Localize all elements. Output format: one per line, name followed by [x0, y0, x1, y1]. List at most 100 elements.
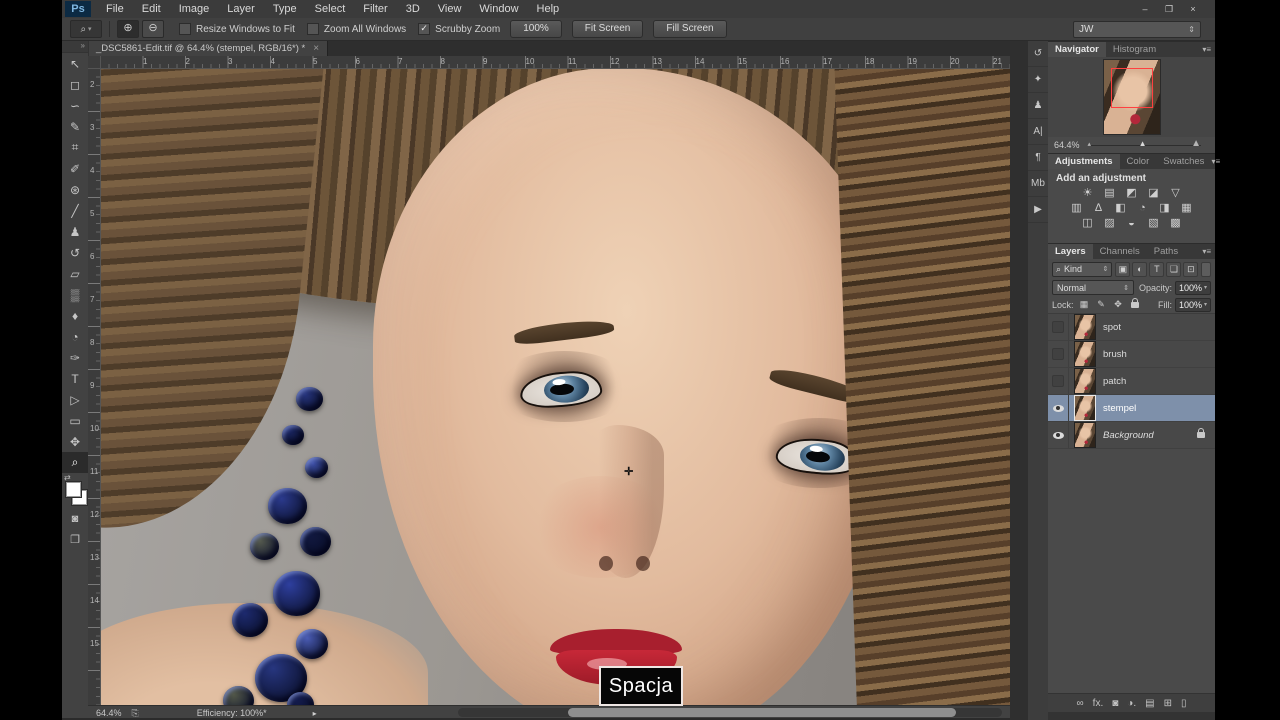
layer-visibility-toggle[interactable]: [1048, 395, 1069, 421]
status-efficiency[interactable]: Efficiency: 100%*: [197, 708, 267, 718]
eyedropper-tool[interactable]: ✐: [62, 158, 88, 179]
screen-mode-button[interactable]: ❐: [62, 529, 88, 549]
navigator-zoom-slider[interactable]: ▴ ▲ ▲: [1088, 145, 1201, 146]
navigator-panel-menu-icon[interactable]: ▾≡: [1202, 42, 1215, 57]
zoom-tool-picker[interactable]: ⌕ ▾: [70, 20, 102, 38]
layer-row-spot[interactable]: spot: [1048, 314, 1215, 341]
menu-layer[interactable]: Layer: [218, 0, 264, 18]
new-adjustment-layer-icon[interactable]: ◑.: [1127, 698, 1136, 709]
lock-pixels-icon[interactable]: ✎: [1095, 298, 1108, 311]
type-layer-filter-icon[interactable]: T: [1149, 262, 1164, 277]
workspace-switcher[interactable]: JW ⇕: [1073, 21, 1201, 38]
hand-tool[interactable]: ✥: [62, 431, 88, 452]
layer-filter-kind-dropdown[interactable]: ⌕ Kind ⇕: [1052, 262, 1112, 277]
zoom-tool[interactable]: ⌕: [62, 452, 88, 473]
menu-help[interactable]: Help: [528, 0, 569, 18]
blend-mode-dropdown[interactable]: Normal ⇕: [1052, 280, 1134, 295]
checkbox-resize-windows-to-fit[interactable]: Resize Windows to Fit: [179, 23, 295, 35]
layer-thumbnail[interactable]: [1074, 341, 1096, 367]
fill-value[interactable]: 100% ▾: [1175, 298, 1211, 312]
layers-tab-channels[interactable]: Channels: [1093, 244, 1147, 259]
link-layers-icon[interactable]: ∞: [1077, 698, 1084, 709]
layer-name[interactable]: spot: [1103, 322, 1121, 333]
actions-panel-icon[interactable]: ▶: [1028, 197, 1048, 223]
eye-hidden-well[interactable]: [1052, 348, 1064, 360]
blur-tool[interactable]: ♦: [62, 305, 88, 326]
opacity-value[interactable]: 100% ▾: [1175, 281, 1211, 295]
menu-filter[interactable]: Filter: [354, 0, 396, 18]
shape-tool[interactable]: ▭: [62, 410, 88, 431]
navigator-tab-histogram[interactable]: Histogram: [1106, 42, 1163, 57]
lock-position-icon[interactable]: ✥: [1112, 298, 1125, 311]
black-white-icon[interactable]: ◧: [1113, 202, 1128, 215]
quick-mask-button[interactable]: ◙: [62, 509, 88, 529]
clone-source-panel-icon[interactable]: ♟: [1028, 93, 1048, 119]
adjustments-tab-swatches[interactable]: Swatches: [1156, 154, 1211, 169]
fit-screen-button[interactable]: Fit Screen: [572, 20, 644, 38]
menu-3d[interactable]: 3D: [397, 0, 429, 18]
path-selection-tool[interactable]: ▷: [62, 389, 88, 410]
layer-name[interactable]: stempel: [1103, 403, 1136, 414]
layer-visibility-toggle[interactable]: [1048, 341, 1069, 367]
character-panel-icon[interactable]: A|: [1028, 119, 1048, 145]
move-tool[interactable]: ↖: [62, 53, 88, 74]
zoom-in-button[interactable]: ⊕: [117, 20, 139, 38]
delete-layer-icon[interactable]: ▯: [1181, 698, 1187, 709]
status-zoom-level[interactable]: 64.4%: [96, 708, 122, 718]
zoom-in-mountain-icon[interactable]: ▲: [1191, 138, 1201, 149]
brush-tool[interactable]: ╱: [62, 200, 88, 221]
restore-button[interactable]: ❐: [1159, 2, 1179, 16]
menu-type[interactable]: Type: [264, 0, 306, 18]
layer-row-stempel[interactable]: stempel: [1048, 395, 1215, 422]
hue-saturation-icon[interactable]: ▥: [1069, 202, 1084, 215]
paragraph-panel-icon[interactable]: ¶: [1028, 145, 1048, 171]
layer-row-background[interactable]: Background: [1048, 422, 1215, 449]
color-lookup-icon[interactable]: ▦: [1179, 202, 1194, 215]
navigator-view-box[interactable]: [1111, 68, 1153, 108]
menu-view[interactable]: View: [429, 0, 471, 18]
history-brush-tool[interactable]: ↺: [62, 242, 88, 263]
layer-mask-icon[interactable]: ◙: [1112, 698, 1118, 709]
layer-thumbnail[interactable]: [1074, 368, 1096, 394]
mini-bridge-panel-icon[interactable]: Mb: [1028, 171, 1048, 197]
foreground-color-swatch[interactable]: [66, 482, 81, 497]
levels-icon[interactable]: ▤: [1102, 187, 1117, 200]
checkbox-scrubby-zoom[interactable]: ✓Scrubby Zoom: [418, 23, 500, 35]
layer-name[interactable]: brush: [1103, 349, 1127, 360]
adjustment-layer-filter-icon[interactable]: ◐: [1132, 262, 1147, 277]
swap-colors-icon[interactable]: ⇄: [64, 473, 71, 482]
minimize-button[interactable]: –: [1135, 2, 1155, 16]
marquee-tool[interactable]: ◻: [62, 74, 88, 95]
lasso-tool[interactable]: ∽: [62, 95, 88, 116]
layer-row-patch[interactable]: patch: [1048, 368, 1215, 395]
checkbox-box[interactable]: [307, 23, 319, 35]
menu-select[interactable]: Select: [306, 0, 355, 18]
curves-icon[interactable]: ◩: [1124, 187, 1139, 200]
checkbox-zoom-all-windows[interactable]: Zoom All Windows: [307, 23, 406, 35]
layer-thumbnail[interactable]: [1074, 395, 1096, 421]
invert-icon[interactable]: ◫: [1080, 217, 1095, 230]
checkbox-box[interactable]: ✓: [418, 23, 430, 35]
ruler-origin[interactable]: [88, 56, 101, 69]
fill-screen-button[interactable]: Fill Screen: [653, 20, 726, 38]
lock-all-icon[interactable]: [1129, 298, 1142, 311]
clone-stamp-tool[interactable]: ♟: [62, 221, 88, 242]
smart-object-filter-icon[interactable]: ⊡: [1183, 262, 1198, 277]
navigator-thumbnail[interactable]: [1103, 59, 1161, 135]
new-layer-icon[interactable]: ⊞: [1164, 698, 1172, 709]
menu-image[interactable]: Image: [170, 0, 219, 18]
layers-tab-paths[interactable]: Paths: [1147, 244, 1185, 259]
brightness-contrast-icon[interactable]: ☀: [1080, 187, 1095, 200]
pixel-layer-filter-icon[interactable]: ▣: [1115, 262, 1130, 277]
menu-file[interactable]: File: [97, 0, 133, 18]
adjustments-panel-menu-icon[interactable]: ▾≡: [1211, 154, 1224, 169]
crop-tool[interactable]: ⌗: [62, 137, 88, 158]
exposure-icon[interactable]: ◪: [1146, 187, 1161, 200]
photo-filter-icon[interactable]: ◔: [1135, 202, 1150, 215]
toolbox-collapse-button[interactable]: »: [62, 41, 88, 53]
eye-icon[interactable]: [1053, 405, 1064, 412]
history-panel-icon[interactable]: ↺: [1028, 41, 1048, 67]
menu-edit[interactable]: Edit: [133, 0, 170, 18]
new-group-icon[interactable]: ▤: [1145, 698, 1154, 709]
layer-thumbnail[interactable]: [1074, 314, 1096, 340]
